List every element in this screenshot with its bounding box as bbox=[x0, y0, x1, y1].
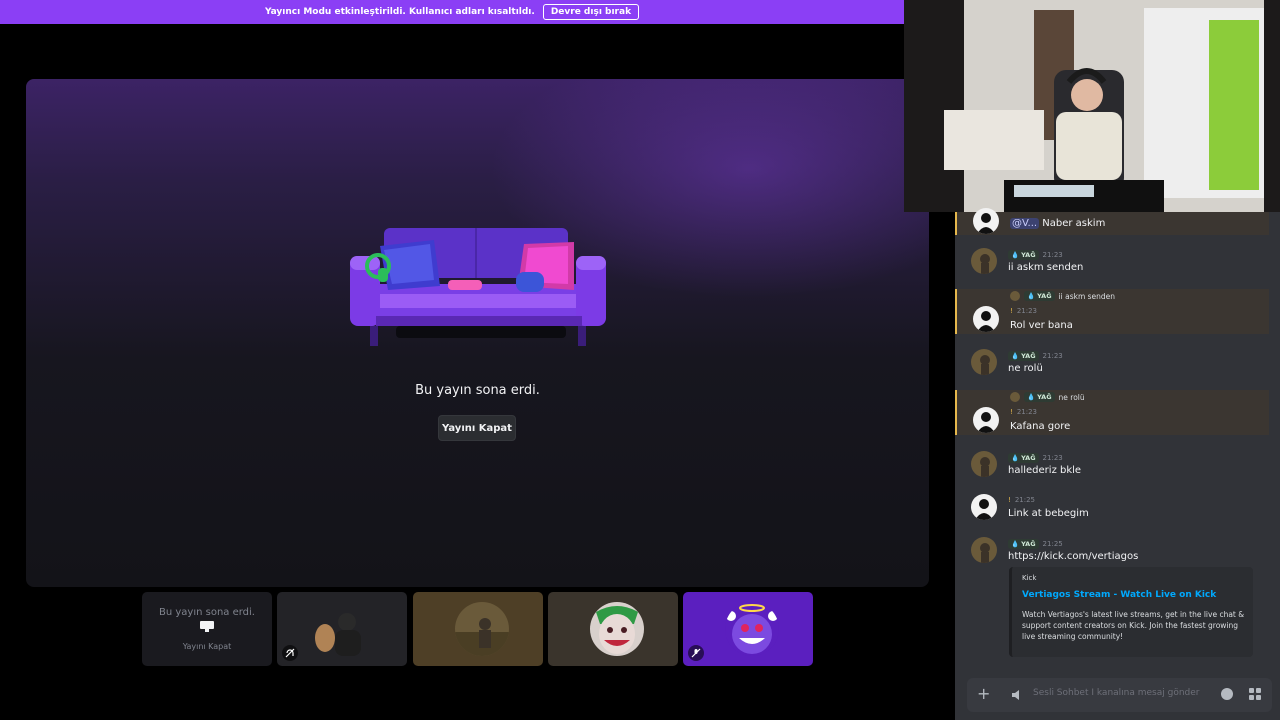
role-tag: 💧 YAĞ bbox=[1008, 539, 1039, 549]
avatar bbox=[973, 306, 999, 332]
add-attachment-icon[interactable]: + bbox=[977, 686, 990, 702]
participant-tile[interactable] bbox=[277, 592, 407, 666]
close-stream-button[interactable]: Yayını Kapat bbox=[438, 415, 516, 441]
avatar bbox=[971, 537, 997, 563]
message-text: Link at bebegim bbox=[1008, 508, 1089, 519]
message-meta: ! 21:23 bbox=[1010, 307, 1037, 315]
message-meta: ! 21:25 bbox=[1008, 496, 1035, 504]
exclaim-icon: ! bbox=[1008, 496, 1011, 504]
avatar bbox=[590, 602, 644, 656]
screen-icon bbox=[200, 621, 214, 632]
speaker-icon bbox=[1012, 690, 1019, 700]
message-meta: ! 21:23 bbox=[1010, 408, 1037, 416]
message-text: Kafana gore bbox=[1010, 421, 1071, 432]
embed-provider: Kick bbox=[1022, 574, 1037, 582]
emoji-icon[interactable] bbox=[1221, 688, 1233, 700]
role-tag: 💧 YAĞ bbox=[1008, 453, 1039, 463]
avatar bbox=[971, 494, 997, 520]
avatar bbox=[971, 349, 997, 375]
reply-text: ii askm senden bbox=[1058, 291, 1116, 301]
message-input[interactable]: Sesli Sohbet I kanalına mesaj gönder bbox=[1033, 688, 1200, 698]
reply-text: ne rolü bbox=[1058, 392, 1085, 402]
chat-message[interactable]: 💧 YAĞ ii askm senden ! 21:23 Rol ver bana bbox=[955, 289, 1269, 334]
timestamp: 21:23 bbox=[1042, 352, 1063, 360]
exclaim-icon: ! bbox=[1010, 307, 1013, 315]
avatar bbox=[973, 407, 999, 433]
streamer-mode-banner: Yayıncı Modu etkinleştirildi. Kullanıcı … bbox=[0, 0, 904, 24]
drop-icon: 💧 bbox=[1011, 540, 1020, 548]
message-link[interactable]: https://kick.com/vertiagos bbox=[1008, 551, 1138, 562]
drop-icon: 💧 bbox=[1011, 352, 1020, 360]
role-tag: 💧 YAĞ bbox=[1024, 392, 1055, 402]
chat-message[interactable]: 💧 YAĞ ne rolü ! 21:23 Kafana gore bbox=[955, 390, 1269, 435]
streamer-mode-text: Yayıncı Modu etkinleştirildi. Kullanıcı … bbox=[264, 7, 535, 17]
drop-icon: 💧 bbox=[1027, 292, 1036, 300]
drop-icon: 💧 bbox=[1027, 393, 1036, 401]
tile-ended-text: Bu yayın sona erdi. bbox=[158, 607, 255, 618]
couch-illustration bbox=[350, 228, 606, 346]
chat-message[interactable]: 💧 YAĞ 21:23 ii askm senden bbox=[955, 248, 1269, 278]
participant-tile[interactable] bbox=[683, 592, 813, 666]
reply-preview: 💧 YAĞ ne rolü bbox=[1010, 392, 1085, 402]
message-meta: 💧 YAĞ 21:23 bbox=[1008, 453, 1063, 463]
message-composer[interactable]: + Sesli Sohbet I kanalına mesaj gönder bbox=[967, 678, 1272, 712]
drop-icon: 💧 bbox=[1011, 251, 1020, 259]
avatar bbox=[971, 248, 997, 274]
message-text: ne rolü bbox=[1008, 363, 1043, 374]
participant-tile[interactable] bbox=[548, 592, 678, 666]
avatar bbox=[971, 451, 997, 477]
chat-panel: @V... Naber askim 💧 YAĞ 21:23 ii askm sen… bbox=[955, 208, 1280, 720]
message-text: ii askm senden bbox=[1008, 262, 1084, 273]
chat-message[interactable]: ! 21:25 Link at bebegim bbox=[955, 494, 1269, 524]
webcam-overlay bbox=[904, 0, 1280, 212]
embed-description: Watch Vertiagos's latest live streams, g… bbox=[1022, 610, 1245, 641]
message-meta: 💧 YAĞ 21:23 bbox=[1008, 351, 1063, 361]
message-meta: 💧 YAĞ 21:25 bbox=[1008, 539, 1063, 549]
role-tag: 💧 YAĞ bbox=[1008, 351, 1039, 361]
timestamp: 21:23 bbox=[1042, 251, 1063, 259]
stream-tile-ended[interactable]: Bu yayın sona erdi. Yayını Kapat bbox=[142, 592, 272, 666]
message-text: hallederiz bkle bbox=[1008, 465, 1082, 476]
reply-avatar bbox=[1010, 291, 1020, 301]
reply-preview: 💧 YAĞ ii askm senden bbox=[1010, 291, 1115, 301]
reply-avatar bbox=[1010, 392, 1020, 402]
stream-stage: Bu yayın sona erdi. Yayını Kapat bbox=[26, 79, 929, 587]
disable-streamer-mode-button[interactable]: Devre dışı bırak bbox=[542, 4, 640, 20]
message-text: @V... Naber askim bbox=[1010, 218, 1106, 229]
embed-title[interactable]: Vertiagos Stream - Watch Live on Kick bbox=[1022, 590, 1216, 600]
participant-tile[interactable] bbox=[413, 592, 543, 666]
message-text: Rol ver bana bbox=[1010, 320, 1073, 331]
drop-icon: 💧 bbox=[1011, 454, 1020, 462]
apps-icon[interactable] bbox=[1249, 688, 1261, 700]
role-tag: 💧 YAĞ bbox=[1024, 291, 1055, 301]
exclaim-icon: ! bbox=[1010, 408, 1013, 416]
avatar bbox=[973, 208, 999, 234]
link-embed[interactable]: Kick Vertiagos Stream - Watch Live on Ki… bbox=[1009, 567, 1253, 657]
user-mention[interactable]: @V... bbox=[1010, 218, 1040, 229]
deafened-icon bbox=[282, 645, 298, 661]
chat-message[interactable]: @V... Naber askim bbox=[955, 208, 1269, 235]
timestamp: 21:23 bbox=[1042, 454, 1063, 462]
chat-message[interactable]: 💧 YAĞ 21:23 hallederiz bkle bbox=[955, 451, 1269, 481]
role-tag: 💧 YAĞ bbox=[1008, 250, 1039, 260]
muted-icon bbox=[688, 645, 704, 661]
timestamp: 21:25 bbox=[1014, 496, 1035, 504]
stream-ended-text: Bu yayın sona erdi. bbox=[415, 383, 540, 398]
timestamp: 21:23 bbox=[1016, 408, 1037, 416]
avatar bbox=[725, 602, 779, 656]
chat-message[interactable]: 💧 YAĞ 21:23 ne rolü bbox=[955, 349, 1269, 379]
timestamp: 21:23 bbox=[1016, 307, 1037, 315]
message-meta: 💧 YAĞ 21:23 bbox=[1008, 250, 1063, 260]
webcam-feed bbox=[904, 0, 1280, 212]
tile-close-label: Yayını Kapat bbox=[182, 642, 232, 651]
avatar bbox=[455, 602, 509, 656]
timestamp: 21:25 bbox=[1042, 540, 1063, 548]
